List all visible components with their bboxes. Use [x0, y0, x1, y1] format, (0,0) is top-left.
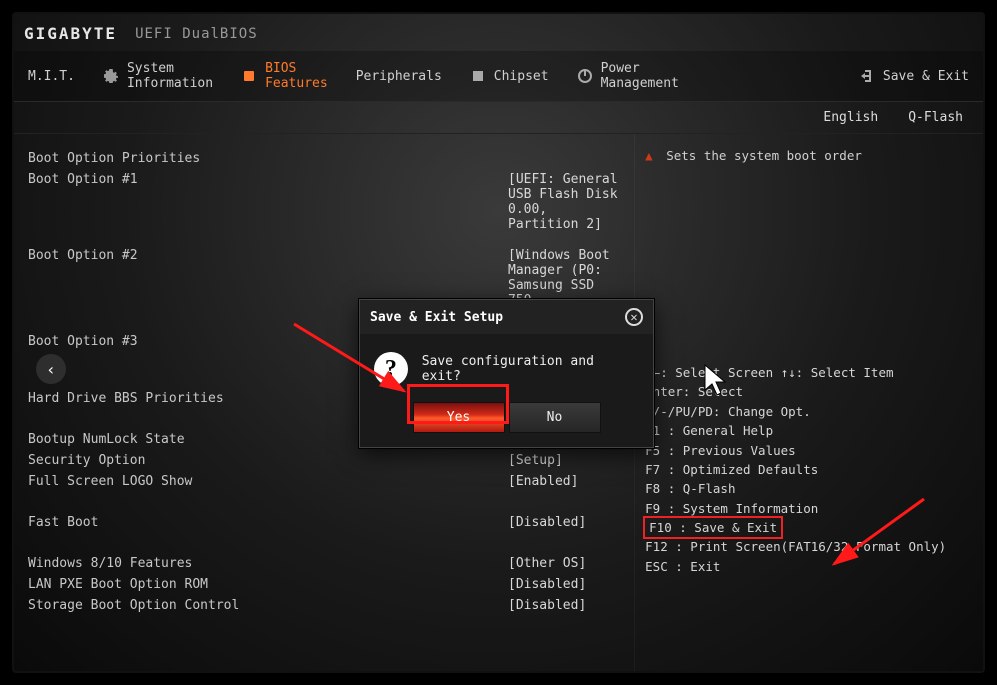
- save-exit-dialog: Save & Exit Setup ✕ ? Save configuration…: [359, 299, 654, 448]
- power-icon: [577, 68, 593, 84]
- square-icon: [470, 68, 486, 84]
- dialog-no-button[interactable]: No: [509, 402, 601, 433]
- logo-show-row[interactable]: Full Screen LOGO Show [Enabled]: [28, 471, 624, 492]
- tab-mit[interactable]: M.I.T.: [14, 51, 89, 101]
- back-button[interactable]: ‹: [36, 354, 66, 384]
- mouse-cursor-icon: [704, 364, 730, 398]
- sub-bar: English Q-Flash: [14, 102, 983, 134]
- brand-subtitle: UEFI DualBIOS: [135, 26, 258, 42]
- language-selector[interactable]: English: [823, 110, 878, 125]
- info-panel: ▲ Sets the system boot order →←: Select …: [634, 134, 983, 671]
- tab-bar: M.I.T. System Information BIOS Features …: [14, 51, 983, 102]
- dialog-yes-button[interactable]: Yes: [413, 402, 505, 433]
- boot-option-1-row[interactable]: Boot Option #1 [UEFI: General USB Flash …: [28, 169, 624, 235]
- storage-boot-row[interactable]: Storage Boot Option Control [Disabled]: [28, 595, 624, 616]
- setting-hint: ▲ Sets the system boot order: [645, 148, 971, 163]
- security-option-row[interactable]: Security Option [Setup]: [28, 450, 624, 471]
- dialog-close-button[interactable]: ✕: [625, 308, 643, 326]
- brand-bar: GIGABYTE UEFI DualBIOS: [14, 14, 983, 43]
- chip-icon: [241, 68, 257, 84]
- question-icon: ?: [374, 352, 408, 386]
- chevron-left-icon: ‹: [46, 360, 56, 379]
- fast-boot-row[interactable]: Fast Boot [Disabled]: [28, 512, 624, 533]
- keymap-help: →←: Select Screen ↑↓: Select Item Enter:…: [645, 363, 971, 576]
- lan-pxe-row[interactable]: LAN PXE Boot Option ROM [Disabled]: [28, 574, 624, 595]
- tab-chipset[interactable]: Chipset: [456, 51, 563, 101]
- brand-logo: GIGABYTE: [24, 24, 117, 43]
- tab-peripherals[interactable]: Peripherals: [342, 51, 456, 101]
- boot-priorities-header: Boot Option Priorities: [28, 151, 508, 166]
- f10-highlight: F10 : Save & Exit: [643, 516, 783, 539]
- triangle-icon: ▲: [645, 148, 653, 163]
- dialog-title: Save & Exit Setup: [370, 310, 503, 325]
- tab-bios-features[interactable]: BIOS Features: [227, 51, 342, 101]
- tab-system-information[interactable]: System Information: [89, 51, 227, 101]
- tab-save-exit[interactable]: Save & Exit: [845, 51, 983, 101]
- close-icon: ✕: [630, 311, 637, 323]
- windows-features-row[interactable]: Windows 8/10 Features [Other OS]: [28, 553, 624, 574]
- dialog-message: Save configuration and exit?: [422, 354, 639, 384]
- gear-icon: [103, 68, 119, 84]
- exit-icon: [859, 68, 875, 84]
- tab-power-management[interactable]: Power Management: [563, 51, 693, 101]
- qflash-link[interactable]: Q-Flash: [908, 110, 963, 125]
